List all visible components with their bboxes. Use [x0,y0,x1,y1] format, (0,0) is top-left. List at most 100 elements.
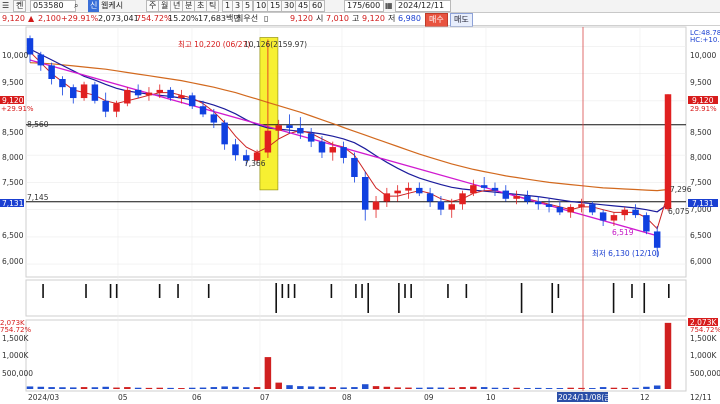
candle-body [416,187,423,194]
volume-tick: 500,000 [2,369,33,378]
signal-bars [42,283,670,313]
candle-body [534,201,542,205]
candle-body [556,206,564,213]
volume-tick: 1,000K [690,351,717,360]
date-tick: 06 [192,393,202,402]
date-tick: 08 [342,393,352,402]
volume-bar [556,388,564,389]
volume-bar [448,387,455,389]
volume-bar [156,387,164,389]
volume-tick: 1,500K [690,334,717,343]
volume-bar [134,387,142,389]
volume-bar [243,387,250,389]
candle-body [621,209,628,216]
date-tick: 12 [640,393,650,402]
candle-body [502,190,510,199]
volume-bar [178,388,185,389]
candle-body [275,125,282,131]
candle-body [329,147,337,153]
signal-bar [520,283,523,313]
signal-bar [668,284,670,298]
price-tick: 8,500 [2,128,24,137]
candle-body [405,187,412,191]
signal-bar [551,283,554,313]
signal-bar [85,284,87,298]
candle-body [578,204,585,207]
volume-bar [621,387,628,389]
volume-bar [286,385,293,389]
candle-body [70,87,77,99]
price-tick: 6,000 [2,257,24,266]
candle-body [59,79,66,88]
volume-bar [524,388,531,389]
hline-label-upper: 8,560 [27,120,49,129]
volume-bars [26,322,672,389]
volume-bar [491,387,499,389]
candle-body [178,95,185,99]
candle-body [610,215,618,221]
volume-bar [48,387,55,389]
volume-bar [534,387,542,389]
volume-bar [459,387,466,389]
right-volume-pct: 754.72% [690,326,720,334]
volume-bar [513,387,520,389]
candle-body [383,193,391,202]
ma-long-line [29,62,669,192]
candle-body [167,89,174,99]
volume-bar [599,387,607,389]
volume-tick: 1,000K [2,351,29,360]
volume-bar [437,387,445,389]
candle-body [318,141,326,153]
candle-body [210,114,218,123]
date-tick: 10 [486,393,496,402]
volume-bar [91,387,99,389]
candle-body [156,89,164,93]
candle-body [599,212,607,221]
stock-chart[interactable]: 10,000 9,500 7,500 6,500 6,000 8,500 8,0… [0,0,720,404]
signal-bar [643,283,646,313]
volume-bar [307,386,315,389]
volume-bar [632,387,639,389]
volume-bar [643,386,650,389]
candle-body [91,84,99,101]
date-tick: 07 [260,393,270,402]
signal-bar [465,284,468,298]
volume-bar [340,387,347,389]
volume-bar [383,386,391,389]
candle-body [188,95,196,107]
price-tick: 9,500 [2,78,24,87]
volume-tick: 500,000 [690,369,720,378]
price-tick: 10,000 [690,51,716,60]
volume-bar [167,387,174,389]
signal-bar [287,284,290,298]
candle-body [102,100,109,112]
price-axis-left: 10,000 9,500 7,500 6,500 6,000 8,500 8,0… [2,51,28,266]
volume-bar [275,382,282,389]
date-tick-highlight: 2024/11/08(금) [558,393,614,402]
volume-bar [264,357,272,389]
volume-bar [610,387,618,389]
signal-bar [330,284,333,298]
signal-bar [631,284,633,298]
volume-bar [26,386,34,389]
signal-bar [355,284,357,298]
volume-bar [426,387,434,389]
candle-body [264,130,272,153]
volume-bar [405,387,412,389]
candle-body [513,196,520,199]
candle-body [307,133,315,142]
point-label: 7,366 [244,159,266,168]
candle-body [134,89,142,96]
candle-body [80,84,88,99]
candle-body [199,106,207,115]
candle-body [480,185,488,188]
volume-bar [253,387,261,389]
date-axis: 2024/03 05 06 07 08 09 10 2024/11/08(금) … [28,392,712,402]
candle-body [653,231,661,248]
volume-bar [113,387,120,389]
candle-body [340,147,347,158]
candle-body [426,193,434,202]
volume-bar [37,386,45,389]
signal-bar [275,283,277,313]
point-label: 7,296 [670,185,692,194]
